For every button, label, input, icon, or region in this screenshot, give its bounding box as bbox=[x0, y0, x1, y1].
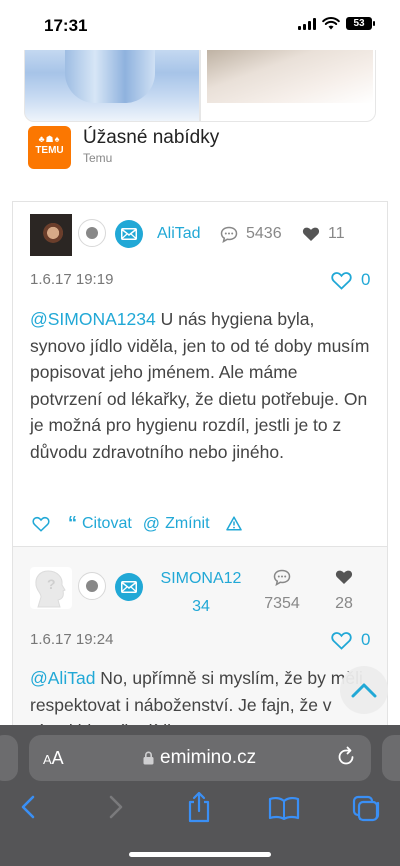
ad-source: Temu bbox=[83, 151, 113, 165]
mention-label: Zmínit bbox=[165, 514, 210, 532]
reload-icon[interactable] bbox=[335, 746, 357, 768]
scroll-to-top-button[interactable] bbox=[340, 666, 388, 714]
comment-count: 7354 bbox=[260, 565, 304, 618]
warning-icon[interactable] bbox=[225, 516, 242, 531]
likes-received-value: 11 bbox=[328, 225, 345, 242]
envelope-icon bbox=[121, 581, 137, 593]
send-message-button[interactable] bbox=[115, 573, 143, 601]
like-button[interactable]: 0 bbox=[331, 270, 370, 290]
heart-outline-icon bbox=[331, 631, 352, 650]
svg-text:?: ? bbox=[47, 576, 56, 592]
likes-received: 28 bbox=[327, 565, 361, 618]
status-bar: 17:31 53 bbox=[0, 0, 400, 50]
temu-logo-glyphs: ♣☗♠ bbox=[38, 134, 61, 144]
at-sign-icon: @ bbox=[142, 513, 161, 533]
comment-count-value: 7354 bbox=[264, 595, 300, 612]
temu-logo-text: TEMU bbox=[35, 144, 64, 156]
browser-bottom-bar: AAAA emimino.cz bbox=[0, 725, 400, 866]
post-author-link[interactable]: SIMONA12 34 bbox=[158, 565, 244, 621]
battery-icon: 53 bbox=[346, 17, 375, 30]
post-author-name-cont: 34 bbox=[192, 598, 210, 615]
home-indicator bbox=[129, 852, 271, 857]
post-date: 1.6.17 19:19 bbox=[30, 271, 114, 288]
post-text: @SIMONA1234 U nás hygiena byla, synovo j… bbox=[30, 306, 370, 465]
avatar[interactable] bbox=[30, 214, 72, 256]
url-display[interactable]: emimino.cz bbox=[143, 747, 256, 769]
status-time: 17:31 bbox=[44, 16, 88, 35]
ad-title[interactable]: Úžasné nabídky bbox=[83, 127, 219, 149]
url-text: emimino.cz bbox=[160, 747, 257, 768]
likes-received: 11 bbox=[302, 225, 345, 243]
back-arrow-icon[interactable] bbox=[20, 794, 36, 820]
lock-icon bbox=[143, 751, 154, 765]
quote-icon: “ bbox=[68, 513, 77, 533]
ad-image-white-dress[interactable] bbox=[200, 40, 376, 122]
share-icon[interactable] bbox=[186, 791, 212, 823]
post-author-name: SIMONA12 bbox=[160, 570, 242, 587]
address-bar[interactable]: AAAA emimino.cz bbox=[29, 735, 371, 781]
cellular-signal-icon bbox=[298, 17, 316, 30]
like-button[interactable]: 0 bbox=[331, 630, 370, 650]
mention-link[interactable]: @AliTad bbox=[30, 668, 95, 688]
forward-arrow-icon[interactable] bbox=[108, 794, 124, 820]
speech-bubble-icon bbox=[273, 569, 291, 586]
post-actions: “ Citovat @ Zmínit bbox=[32, 513, 242, 534]
send-message-button[interactable] bbox=[115, 220, 143, 248]
heart-outline-icon bbox=[331, 271, 352, 290]
heart-filled-icon bbox=[302, 227, 320, 241]
post-author-link[interactable]: AliTad bbox=[157, 225, 201, 243]
heart-filled-icon bbox=[335, 570, 353, 584]
envelope-icon bbox=[121, 228, 137, 240]
online-status-icon bbox=[78, 572, 106, 600]
text-size-button[interactable]: AAAA bbox=[43, 748, 64, 769]
online-status-icon bbox=[78, 219, 106, 247]
quote-button[interactable]: “ Citovat bbox=[68, 513, 132, 534]
forum-post: AliTad 5436 11 1.6.17 19:19 0 @SIMONA123… bbox=[12, 201, 388, 547]
chevron-up-icon bbox=[351, 683, 377, 698]
quote-label: Citovat bbox=[82, 514, 132, 532]
like-count-value: 0 bbox=[361, 270, 371, 289]
default-avatar-icon: ? bbox=[35, 570, 66, 608]
previous-tab-preview[interactable] bbox=[0, 735, 18, 781]
temu-logo[interactable]: ♣☗♠ TEMU bbox=[28, 126, 71, 169]
avatar[interactable]: ? bbox=[30, 567, 72, 609]
mention-button[interactable]: @ Zmínit bbox=[143, 514, 210, 534]
comment-count-value: 5436 bbox=[246, 225, 282, 242]
post-text-body: U nás hygiena byla, synovo jídlo viděla,… bbox=[30, 309, 370, 462]
like-count-value: 0 bbox=[361, 630, 371, 649]
speech-bubble-icon bbox=[220, 226, 238, 243]
wifi-icon bbox=[322, 17, 340, 30]
heart-outline-icon[interactable] bbox=[32, 516, 50, 532]
next-tab-preview[interactable] bbox=[382, 735, 400, 781]
status-icons: 53 bbox=[298, 17, 375, 30]
bookmarks-icon[interactable] bbox=[268, 796, 300, 820]
likes-received-value: 28 bbox=[335, 595, 353, 612]
ad-image-blue-dress[interactable] bbox=[24, 40, 200, 122]
ad-images[interactable] bbox=[24, 40, 376, 122]
browser-toolbar bbox=[0, 791, 400, 831]
tabs-icon[interactable] bbox=[352, 795, 380, 823]
comment-count: 5436 bbox=[220, 225, 282, 243]
mention-link[interactable]: @SIMONA1234 bbox=[30, 309, 156, 329]
post-date: 1.6.17 19:24 bbox=[30, 631, 114, 648]
